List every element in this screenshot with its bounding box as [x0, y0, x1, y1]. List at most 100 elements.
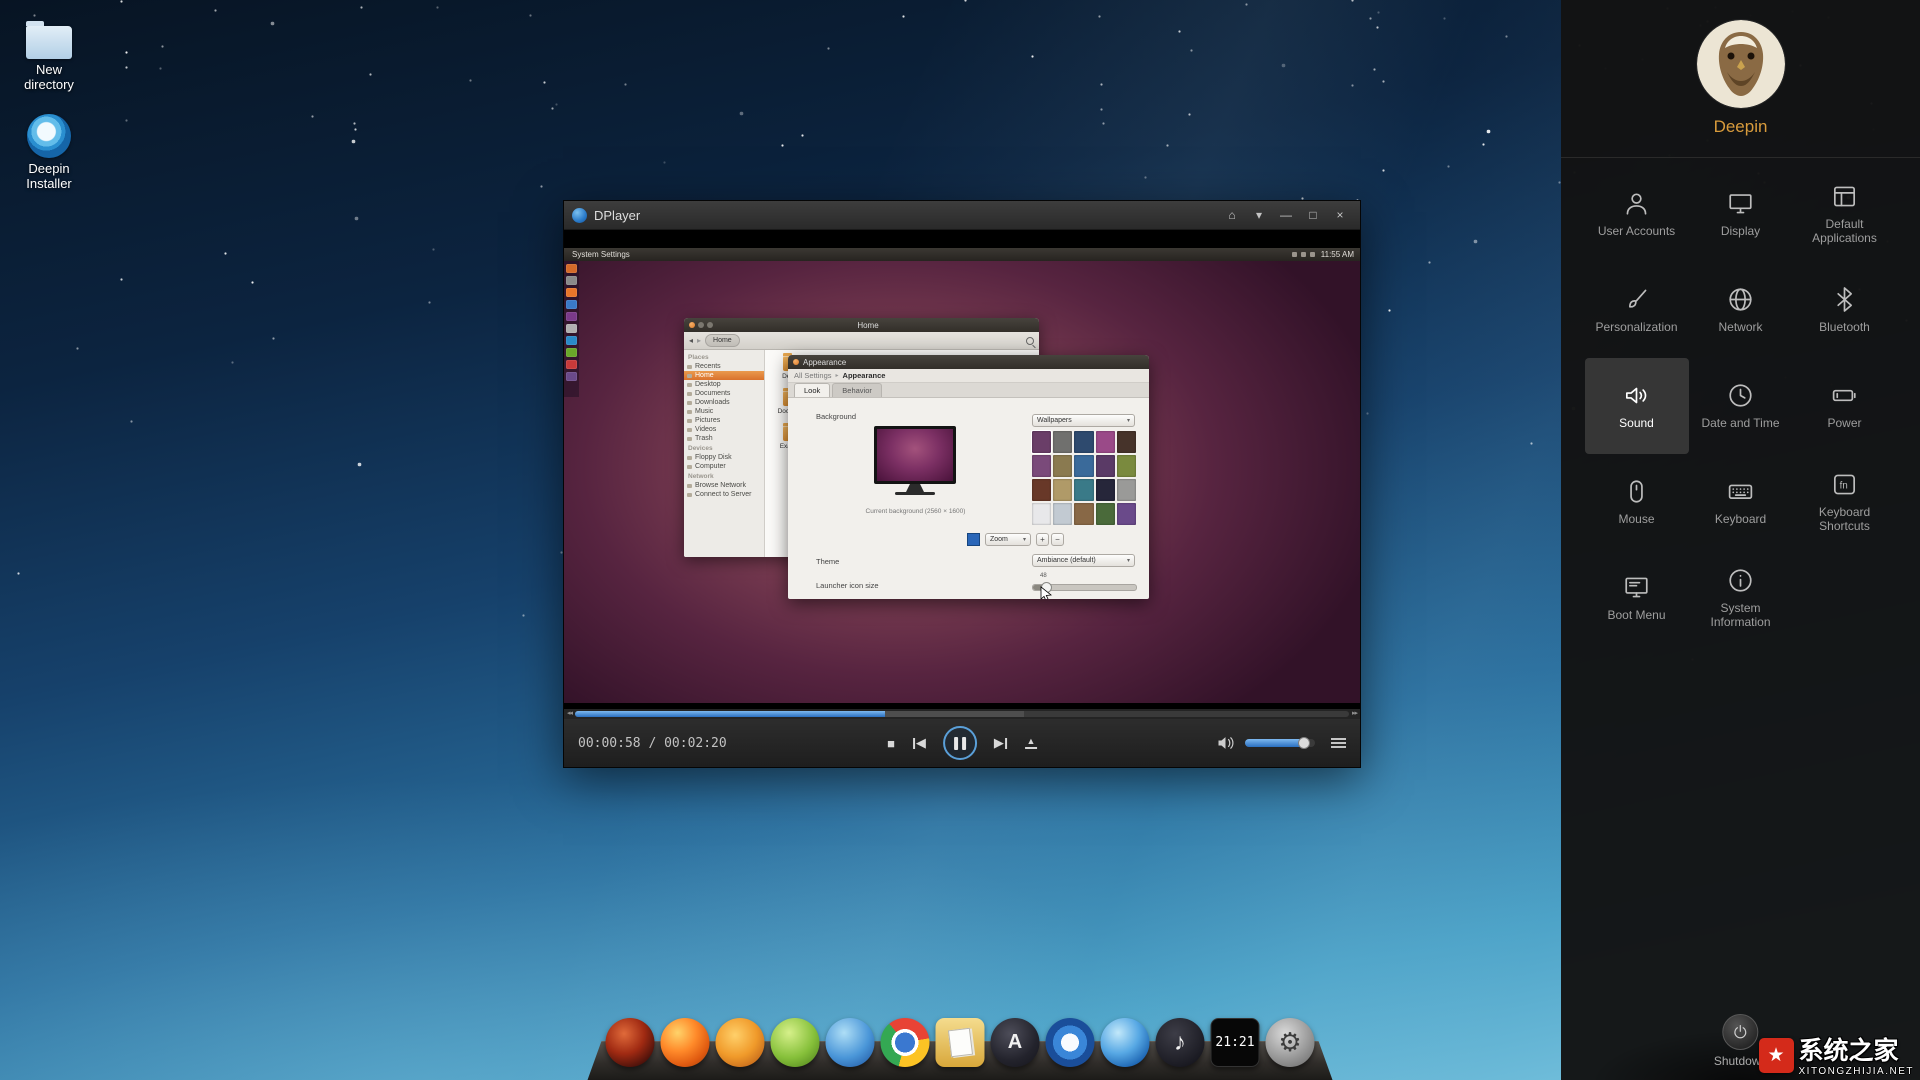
fm-toolbar: ◂ ▸ Home — [684, 332, 1039, 350]
stop-button[interactable]: ■ — [887, 736, 895, 751]
dock-app-glyph: ⚙ — [1278, 1027, 1302, 1057]
volume-icon[interactable] — [1217, 735, 1235, 751]
desktop-icon-deepin-installer[interactable]: Deepin Installer — [7, 114, 91, 191]
cc-module-network[interactable]: Network — [1689, 262, 1793, 358]
fm-sidebar: Places Recents Home Desktop Documents Downloa… — [684, 350, 765, 557]
deepin-installer-icon — [27, 114, 71, 158]
user-name: Deepin — [1713, 117, 1768, 136]
fm-title: Home — [857, 320, 879, 330]
dock-app-swirl-blue[interactable] — [1100, 1018, 1150, 1067]
pause-button[interactable] — [942, 726, 977, 760]
progress-bar[interactable] — [575, 711, 1349, 717]
fm-titlebar: Home — [684, 318, 1039, 332]
dock-app-software-orange[interactable] — [715, 1018, 765, 1067]
boot-menu-icon — [1625, 577, 1648, 598]
cc-module-power[interactable]: Power — [1793, 358, 1897, 454]
settings-module-grid: User Accounts Display Default Applicatio… — [1584, 166, 1897, 646]
sound-icon — [1625, 387, 1647, 404]
video-menubar-appname: System Settings — [572, 250, 630, 259]
video-surface[interactable]: System Settings 11:55 AM Home ◂ ▸ Home P… — [564, 230, 1360, 709]
dock-app-files[interactable] — [935, 1018, 985, 1067]
fm-forward-icon: ▸ — [697, 336, 702, 345]
module-label: Mouse — [1618, 512, 1655, 527]
fm-close-icon — [689, 322, 695, 328]
cc-module-date-and-time[interactable]: Date and Time — [1689, 358, 1793, 454]
close-icon[interactable]: × — [1328, 205, 1352, 225]
svg-text:fn: fn — [1840, 481, 1848, 492]
dock-app-clock[interactable]: 21:21 — [1210, 1018, 1260, 1067]
user-accounts-icon — [1626, 193, 1647, 215]
playback-controls: ■ ◀ ▶ ▲ — [887, 726, 1037, 760]
minimize-icon[interactable]: — — [1274, 205, 1298, 225]
unity-launcher-icon — [566, 324, 577, 333]
background-label: Background — [816, 412, 857, 421]
divider — [1561, 157, 1920, 158]
cc-module-keyboard[interactable]: Keyboard — [1689, 454, 1793, 550]
fm-sidebar-item: Trash — [684, 434, 764, 443]
unity-launcher-icon — [566, 276, 577, 285]
dock-app-ring-blue[interactable] — [1045, 1018, 1095, 1067]
dock-app-music-dark[interactable]: ♪ — [1155, 1018, 1205, 1067]
wallpaper-thumb — [1032, 455, 1052, 477]
eject-button[interactable]: ▲ — [1024, 737, 1037, 749]
titlebar-buttons: ⌂ ▾ — □ × — [1220, 205, 1352, 225]
menu-icon[interactable]: ▾ — [1247, 205, 1271, 225]
dock-app-glyph: ♪ — [1174, 1028, 1186, 1056]
cc-module-display[interactable]: Display — [1689, 166, 1793, 262]
dock-app-chrome[interactable] — [880, 1018, 930, 1067]
dock-app-firefox[interactable] — [660, 1018, 710, 1067]
dock-app-steam[interactable]: A — [990, 1018, 1040, 1067]
theme-dropdown: Ambiance (default) ▾ — [1032, 554, 1135, 567]
network-icon — [1729, 288, 1752, 311]
fm-sidebar-item: Recents — [684, 362, 764, 371]
volume-knob[interactable] — [1297, 737, 1310, 749]
wallpaper-thumb — [1095, 431, 1115, 453]
fn-shortcuts-icon: fn — [1833, 474, 1856, 495]
cc-module-sound[interactable]: Sound — [1584, 358, 1689, 454]
chevron-down-icon: ▾ — [1022, 537, 1026, 543]
unity-launcher-icon — [566, 348, 577, 357]
display-icon — [1729, 194, 1752, 214]
background-color-swatch — [967, 533, 980, 546]
breadcrumb-separator-icon: ▸ — [835, 373, 839, 379]
fm-sidebar-item: Connect to Server — [684, 490, 764, 499]
dock-app-glyph: A — [1007, 1031, 1023, 1053]
monitor-stand — [906, 484, 924, 492]
theme-value: Ambiance (default) — [1037, 557, 1096, 564]
wallpaper-thumb — [1032, 479, 1052, 501]
monitor-screen — [877, 429, 953, 481]
wallpaper-thumb — [1053, 455, 1073, 477]
cc-module-user-accounts[interactable]: User Accounts — [1585, 166, 1689, 262]
wallpaper-thumb — [1116, 455, 1136, 477]
cc-module-personalization[interactable]: Personalization — [1585, 262, 1689, 358]
volume-slider[interactable] — [1245, 737, 1315, 749]
fm-sidebar-item: Music — [684, 407, 764, 416]
current-background-caption: Current background (2560 × 1600) — [865, 508, 966, 515]
fm-sidebar-header: Network — [688, 473, 714, 480]
dock-app-media-green[interactable] — [770, 1018, 820, 1067]
next-button[interactable]: ▶ — [994, 735, 1008, 751]
wallpaper-thumb — [1074, 479, 1094, 501]
dock-app-media-red[interactable] — [605, 1018, 655, 1067]
cc-module-boot-menu[interactable]: Boot Menu — [1585, 550, 1689, 646]
cc-module-keyboard-shortcuts[interactable]: fn Keyboard Shortcuts — [1793, 454, 1897, 550]
cc-module-system-information[interactable]: System Information — [1689, 550, 1793, 646]
cc-module-default-applications[interactable]: Default Applications — [1793, 166, 1897, 262]
dock: A ♪ 21:21 ⚙ — [604, 1018, 1317, 1080]
wallpaper-grid — [1030, 430, 1136, 525]
cc-module-bluetooth[interactable]: Bluetooth — [1793, 262, 1897, 358]
chevron-down-icon: ▾ — [1126, 558, 1130, 564]
cc-module-mouse[interactable]: Mouse — [1585, 454, 1689, 550]
desktop-icon-new-directory[interactable]: New directory — [7, 21, 91, 92]
playlist-icon[interactable] — [1331, 738, 1346, 748]
wallpaper-thumb — [1116, 503, 1136, 525]
seek-back-icon[interactable]: ◂◂ — [567, 709, 573, 719]
dock-app-gear-gray[interactable]: ⚙ — [1265, 1018, 1315, 1067]
previous-button[interactable]: ◀ — [912, 735, 926, 751]
maximize-icon[interactable]: □ — [1301, 205, 1325, 225]
mini-mode-icon[interactable]: ⌂ — [1220, 205, 1244, 225]
seek-forward-icon[interactable]: ▸▸ — [1352, 709, 1358, 719]
dock-app-globe-blue[interactable] — [825, 1018, 875, 1067]
user-avatar[interactable] — [1696, 20, 1785, 108]
dplayer-titlebar[interactable]: DPlayer ⌂ ▾ — □ × — [564, 201, 1360, 230]
